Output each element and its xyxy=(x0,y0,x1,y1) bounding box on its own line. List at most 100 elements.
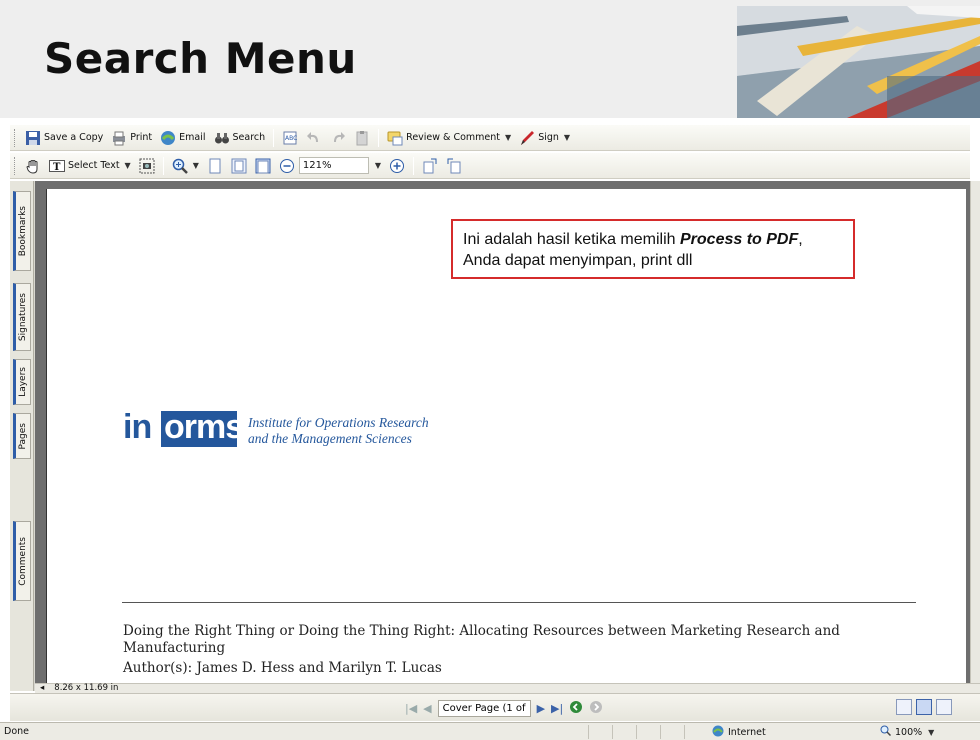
paper-author: Author(s): James D. Hess and Marilyn T. … xyxy=(123,660,442,676)
status-pane xyxy=(612,725,636,739)
fit-width-button[interactable] xyxy=(251,155,275,177)
security-zone-label: Internet xyxy=(728,727,766,738)
page-layout-buttons xyxy=(896,699,952,715)
page-navigation-bar: |◀ ◀ Cover Page (1 of ▶ ▶| xyxy=(10,693,980,721)
horizontal-rule xyxy=(122,602,916,603)
previous-view-icon[interactable] xyxy=(569,700,583,717)
clipboard-button[interactable] xyxy=(350,127,374,149)
floppy-disk-icon xyxy=(25,130,41,146)
page-fit-width-icon xyxy=(255,158,271,174)
chevron-down-icon: ▼ xyxy=(374,161,382,170)
facing-layout-button[interactable] xyxy=(936,699,952,715)
actual-size-button[interactable] xyxy=(203,155,227,177)
svg-text:T: T xyxy=(53,162,61,173)
snapshot-button[interactable] xyxy=(135,155,159,177)
save-copy-label: Save a Copy xyxy=(44,132,104,143)
email-label: Email xyxy=(179,132,206,143)
tab-layers[interactable]: Layers xyxy=(13,359,31,405)
spell-check-icon: ABC xyxy=(282,130,298,146)
status-pane xyxy=(684,725,708,739)
review-comment-label: Review & Comment xyxy=(406,132,501,143)
select-text-label: Select Text xyxy=(68,160,120,171)
spell-check-button[interactable]: ABC xyxy=(278,127,302,149)
email-button[interactable]: Email xyxy=(156,127,209,149)
logo-orms-text: orms xyxy=(164,408,244,446)
last-page-icon[interactable]: ▶| xyxy=(551,702,563,715)
scroll-left-icon[interactable]: ◂ xyxy=(40,683,44,693)
zoom-in-icon xyxy=(389,158,405,174)
save-copy-button[interactable]: Save a Copy xyxy=(21,127,107,149)
chevron-down-icon[interactable]: ▼ xyxy=(125,161,131,170)
annotation-callout: Ini adalah hasil ketika memilih Process … xyxy=(451,219,855,279)
sign-button[interactable]: Sign ▼ xyxy=(515,127,574,149)
review-comment-icon xyxy=(387,130,403,146)
status-pane xyxy=(588,725,612,739)
tab-signatures[interactable]: Signatures xyxy=(13,283,31,351)
page-actual-size-icon xyxy=(207,158,223,174)
binoculars-icon xyxy=(214,130,230,146)
print-button[interactable]: Print xyxy=(107,127,156,149)
chevron-down-icon[interactable]: ▼ xyxy=(564,133,570,142)
rotate-clockwise-button[interactable] xyxy=(418,155,442,177)
select-text-button[interactable]: T Select Text ▼ xyxy=(45,155,135,177)
redo-icon xyxy=(330,130,346,146)
internet-globe-icon xyxy=(712,725,724,740)
slide-title: Search Menu xyxy=(44,34,357,83)
print-label: Print xyxy=(130,132,153,143)
tab-pages[interactable]: Pages xyxy=(13,413,31,459)
tab-bookmarks[interactable]: Bookmarks xyxy=(13,191,31,271)
undo-button[interactable] xyxy=(302,127,326,149)
rotate-clockwise-icon xyxy=(422,158,438,174)
clipboard-icon xyxy=(354,130,370,146)
previous-page-icon[interactable]: ◀ xyxy=(423,702,431,715)
informs-tagline: Institute for Operations Research and th… xyxy=(248,415,429,447)
rotate-counterclockwise-icon xyxy=(446,158,462,174)
page-fit-icon xyxy=(231,158,247,174)
chevron-down-icon[interactable]: ▼ xyxy=(505,133,511,142)
vertical-scrollbar[interactable] xyxy=(970,181,980,691)
fit-page-button[interactable] xyxy=(227,155,251,177)
hand-tool-button[interactable] xyxy=(21,155,45,177)
first-page-icon[interactable]: |◀ xyxy=(405,702,417,715)
redo-button[interactable] xyxy=(326,127,350,149)
callout-text-bold: Process to PDF xyxy=(680,231,799,248)
page-number-field[interactable]: Cover Page (1 of xyxy=(437,699,531,717)
sign-label: Sign xyxy=(538,132,559,143)
zoom-out-button[interactable] xyxy=(275,155,299,177)
browser-status-bar: Done Internet 100% ▼ xyxy=(0,722,980,740)
single-page-layout-button[interactable] xyxy=(896,699,912,715)
security-zone[interactable]: Internet xyxy=(712,725,766,740)
svg-text:ABC: ABC xyxy=(285,135,297,142)
page-size-label: 8.26 x 11.69 in xyxy=(54,683,119,693)
informs-logo: in orms xyxy=(123,407,244,449)
hand-icon xyxy=(25,158,41,174)
toolbar-grip[interactable] xyxy=(14,156,17,175)
next-view-icon[interactable] xyxy=(589,700,603,717)
review-comment-button[interactable]: Review & Comment ▼ xyxy=(383,127,515,149)
zoom-in-button[interactable] xyxy=(385,155,409,177)
camera-snapshot-icon xyxy=(139,158,155,174)
toolbar-separator xyxy=(273,128,275,147)
chevron-down-icon[interactable]: ▼ xyxy=(193,161,199,170)
search-button[interactable]: Search xyxy=(210,127,270,149)
desk-pens-illustration xyxy=(737,6,980,118)
pen-sign-icon xyxy=(519,130,535,146)
rotate-counterclockwise-button[interactable] xyxy=(442,155,466,177)
zoom-level-field[interactable]: 121% xyxy=(298,157,369,174)
tab-comments[interactable]: Comments xyxy=(13,521,31,601)
slide-header: Search Menu xyxy=(0,0,980,118)
zoom-dropdown-button[interactable]: ▼ xyxy=(369,155,385,177)
callout-text-before: Ini adalah hasil ketika memilih xyxy=(463,231,680,248)
chevron-down-icon[interactable]: ▼ xyxy=(928,728,934,737)
status-panes xyxy=(588,725,708,739)
tagline-line-1: Institute for Operations Research xyxy=(248,415,429,430)
view-toolbar: T Select Text ▼ ▼ 121% ▼ xyxy=(10,153,970,179)
zoom-tool-button[interactable]: ▼ xyxy=(168,155,203,177)
continuous-layout-button[interactable] xyxy=(916,699,932,715)
next-page-icon[interactable]: ▶ xyxy=(537,702,545,715)
browser-zoom[interactable]: 100% ▼ xyxy=(880,725,934,739)
toolbar-grip[interactable] xyxy=(14,128,17,147)
decorative-photo xyxy=(737,6,980,118)
horizontal-scrollbar[interactable] xyxy=(35,683,980,693)
file-toolbar: Save a Copy Print Email Search ABC Revie… xyxy=(10,125,970,151)
